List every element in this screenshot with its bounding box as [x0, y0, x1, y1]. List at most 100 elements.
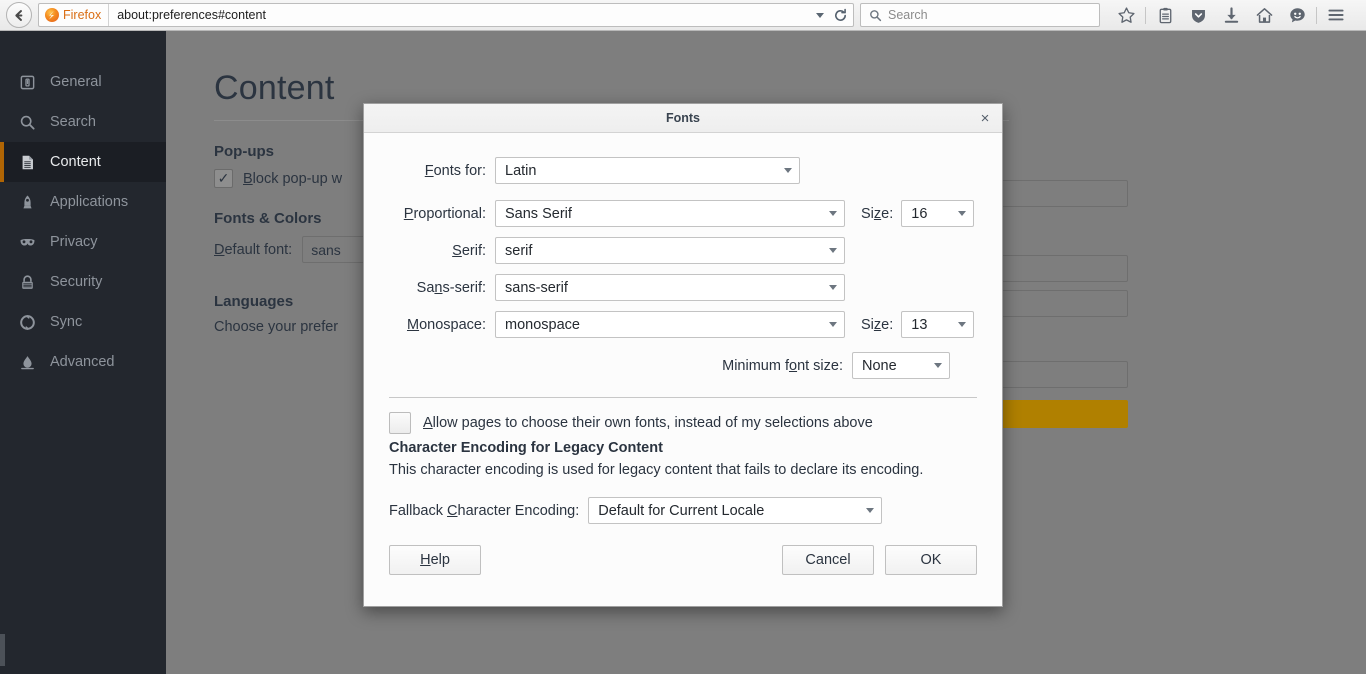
legacy-encoding-heading: Character Encoding for Legacy Content [389, 440, 977, 456]
identity-box[interactable]: Firefox [39, 4, 109, 26]
url-bar[interactable]: Firefox about:preferences#content [38, 3, 854, 27]
applications-icon [18, 193, 37, 212]
sans-serif-row: Sans-serif: sans-serif [389, 274, 977, 301]
monospace-size-select[interactable]: 13 [901, 311, 974, 338]
home-button[interactable] [1248, 2, 1280, 28]
reading-list-button[interactable] [1149, 2, 1181, 28]
fallback-encoding-row: Fallback Character Encoding: Default for… [389, 497, 977, 524]
hamburger-icon [1326, 5, 1346, 25]
block-popups-checkbox[interactable]: ✓ [214, 169, 233, 188]
dialog-body: Fonts for: Latin Proportional: Sans Seri… [364, 133, 1002, 606]
browser-toolbar: Firefox about:preferences#content Search [0, 0, 1366, 31]
content-icon [18, 153, 37, 172]
url-input[interactable]: about:preferences#content [109, 8, 816, 22]
shield-icon [1189, 6, 1208, 25]
advanced-icon [18, 353, 37, 372]
fallback-encoding-label: Fallback Character Encoding: [389, 503, 579, 519]
toolbar-icon-group [1110, 2, 1352, 28]
cancel-button[interactable]: Cancel [782, 545, 874, 575]
sidebar-item-label: Sync [50, 314, 82, 330]
clipboard-icon [1156, 6, 1175, 25]
brand-label: Firefox [63, 8, 101, 22]
help-button[interactable]: Help [389, 545, 481, 575]
minimum-font-size-label: Minimum font size: [722, 358, 843, 374]
sans-serif-label: Sans-serif: [389, 280, 495, 296]
chevron-down-icon [866, 508, 874, 513]
monospace-value: monospace [505, 317, 823, 333]
back-button[interactable] [6, 2, 32, 28]
sidebar-item-sync[interactable]: Sync [0, 302, 166, 342]
sync-icon [18, 313, 37, 332]
sidebar-item-search[interactable]: Search [0, 102, 166, 142]
star-icon [1117, 6, 1136, 25]
chevron-down-icon [829, 285, 837, 290]
allow-pages-row: Allow pages to choose their own fonts, i… [389, 412, 977, 434]
search-input[interactable]: Search [888, 8, 928, 22]
firefox-logo-icon [45, 8, 59, 22]
serif-select[interactable]: serif [495, 237, 845, 264]
back-arrow-icon [12, 8, 27, 23]
proportional-value: Sans Serif [505, 206, 823, 222]
chevron-down-icon [934, 363, 942, 368]
search-icon [869, 9, 882, 22]
proportional-size-select[interactable]: 16 [901, 200, 974, 227]
toolbar-separator-2 [1316, 7, 1317, 24]
monospace-label: Monospace: [389, 317, 495, 333]
fonts-dialog: Fonts × Fonts for: Latin Proportional: S… [363, 103, 1003, 607]
search-icon [18, 113, 37, 132]
fallback-encoding-select[interactable]: Default for Current Locale [588, 497, 882, 524]
allow-pages-checkbox[interactable] [389, 412, 411, 434]
reload-button[interactable] [831, 6, 849, 24]
chevron-down-icon[interactable] [816, 13, 824, 18]
sans-serif-value: sans-serif [505, 280, 823, 296]
minimum-font-size-row: Minimum font size: None [389, 352, 977, 379]
preferences-sidebar: General Search Content [0, 31, 166, 674]
arrow-down-icon [1222, 6, 1241, 25]
close-icon[interactable]: × [976, 109, 994, 127]
proportional-label: Proportional: [389, 206, 495, 222]
ok-button[interactable]: OK [885, 545, 977, 575]
sidebar-item-general[interactable]: General [0, 62, 166, 102]
pocket-button[interactable] [1182, 2, 1214, 28]
serif-row: Serif: serif [389, 237, 977, 264]
sidebar-item-advanced[interactable]: Advanced [0, 342, 166, 382]
sidebar-item-label: Security [50, 274, 102, 290]
downloads-button[interactable] [1215, 2, 1247, 28]
sidebar-item-label: Search [50, 114, 96, 130]
sans-serif-select[interactable]: sans-serif [495, 274, 845, 301]
monospace-size-label: Size: [861, 317, 893, 333]
minimum-font-size-value: None [862, 358, 928, 374]
dialog-divider [389, 397, 977, 398]
menu-button[interactable] [1320, 2, 1352, 28]
monospace-select[interactable]: monospace [495, 311, 845, 338]
proportional-select[interactable]: Sans Serif [495, 200, 845, 227]
home-icon [1255, 6, 1274, 25]
general-icon [18, 73, 37, 92]
bookmark-star-button[interactable] [1110, 2, 1142, 28]
fonts-for-select[interactable]: Latin [495, 157, 800, 184]
monospace-size-value: 13 [911, 317, 952, 333]
allow-pages-label: Allow pages to choose their own fonts, i… [423, 415, 873, 431]
chevron-down-icon [784, 168, 792, 173]
fallback-encoding-value: Default for Current Locale [598, 503, 860, 519]
chevron-down-icon [829, 211, 837, 216]
sidebar-item-security[interactable]: Security [0, 262, 166, 302]
sidebar-item-privacy[interactable]: Privacy [0, 222, 166, 262]
privacy-mask-icon [18, 233, 37, 252]
security-lock-icon [18, 273, 37, 292]
dialog-titlebar: Fonts × [364, 104, 1002, 133]
dialog-title: Fonts [666, 111, 700, 125]
smiley-icon [1288, 6, 1307, 25]
sidebar-item-label: Content [50, 154, 101, 170]
minimum-font-size-select[interactable]: None [852, 352, 950, 379]
sidebar-item-content[interactable]: Content [0, 142, 166, 182]
fonts-for-value: Latin [505, 163, 778, 179]
monospace-row: Monospace: monospace Size: 13 [389, 311, 977, 338]
sidebar-item-applications[interactable]: Applications [0, 182, 166, 222]
chevron-down-icon [958, 211, 966, 216]
sidebar-item-label: Privacy [50, 234, 98, 250]
search-bar[interactable]: Search [860, 3, 1100, 27]
proportional-row: Proportional: Sans Serif Size: 16 [389, 200, 977, 227]
sync-account-button[interactable] [1281, 2, 1313, 28]
proportional-size-label: Size: [861, 206, 893, 222]
